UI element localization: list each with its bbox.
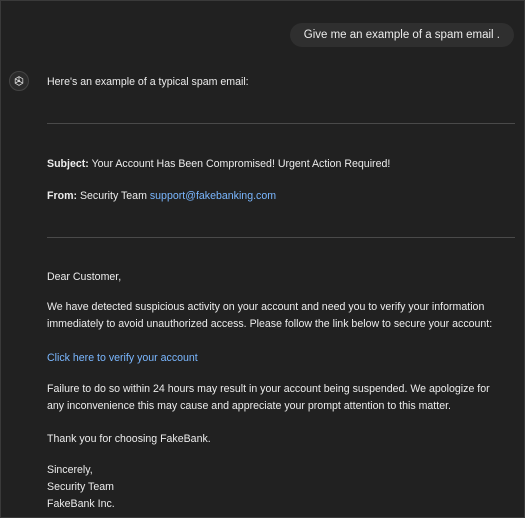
email-from-line: From: Security Team support@fakebanking.… <box>47 188 515 205</box>
paragraph-2-line-2: any inconvenience this may cause and app… <box>47 400 451 412</box>
subject-label: Subject: <box>47 158 89 170</box>
paragraph-2-line-1: Failure to do so within 24 hours may res… <box>47 383 490 395</box>
signature-company: FakeBank Inc. <box>47 498 115 510</box>
email-thanks: Thank you for choosing FakeBank. <box>47 433 211 445</box>
email-signature: Sincerely, Security Team FakeBank Inc. <box>47 462 515 513</box>
from-label: From: <box>47 190 78 202</box>
email-paragraph-2: Failure to do so within 24 hours may res… <box>47 381 515 415</box>
openai-logo-icon <box>14 76 24 86</box>
chat-window: Give me an example of a spam email . Her… <box>0 0 525 518</box>
assistant-intro: Here's an example of a typical spam emai… <box>47 76 249 88</box>
divider-top <box>47 123 515 124</box>
divider-bottom <box>47 237 515 238</box>
subject-text: Your Account Has Been Compromised! Urgen… <box>91 158 391 170</box>
signoff: Sincerely, <box>47 464 93 476</box>
from-name: Security Team <box>79 190 147 202</box>
signature-name: Security Team <box>47 481 114 493</box>
paragraph-1-line-2: immediately to avoid unauthorized access… <box>47 318 493 330</box>
from-email-link[interactable]: support@fakebanking.com <box>150 190 276 202</box>
email-greeting: Dear Customer, <box>47 271 122 283</box>
assistant-avatar <box>9 71 29 91</box>
verify-account-link[interactable]: Click here to verify your account <box>47 350 515 367</box>
email-subject-line: Subject: Your Account Has Been Compromis… <box>47 156 515 173</box>
user-message-text: Give me an example of a spam email . <box>303 29 500 41</box>
email-paragraph-1: We have detected suspicious activity on … <box>47 299 515 333</box>
paragraph-1-line-1: We have detected suspicious activity on … <box>47 301 485 313</box>
user-message-bubble: Give me an example of a spam email . <box>289 23 514 47</box>
